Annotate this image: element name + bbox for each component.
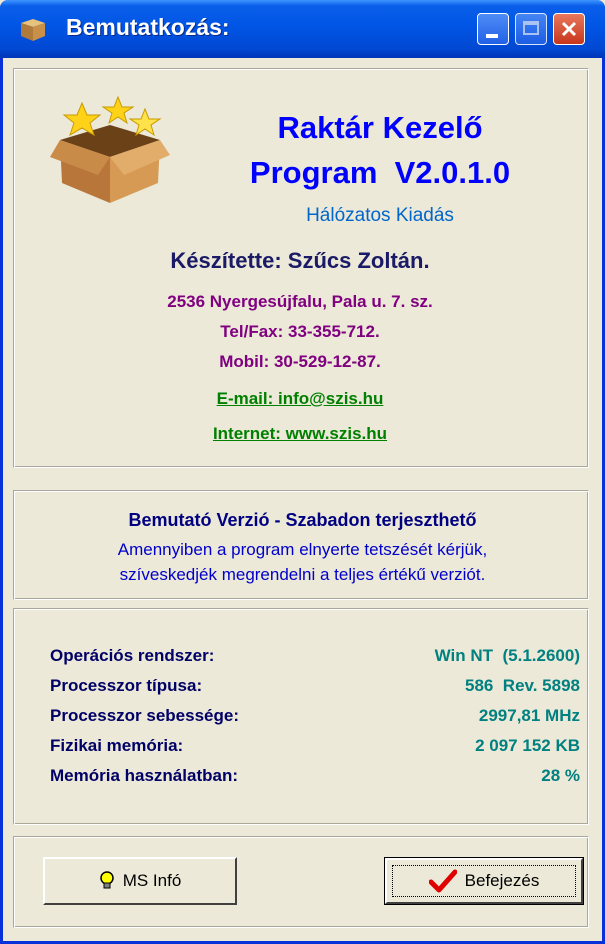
tel-fax: Tel/Fax: 33-355-712. (220, 322, 380, 341)
os-label: Operációs rendszer: (50, 646, 215, 665)
cpu-type-row: Processzor típusa: 586 Rev. 5898 (50, 676, 580, 700)
ms-info-label: MS Infó (122, 871, 182, 890)
minimize-button[interactable] (477, 13, 509, 45)
close-button[interactable] (553, 13, 585, 45)
website-link[interactable]: Internet: www.szis.hu (100, 424, 500, 444)
cpu-type-label: Processzor típusa: (50, 676, 203, 695)
memory-label: Fizikai memória: (50, 736, 184, 755)
focus-rect (392, 865, 576, 897)
author: Készítette: Szűcs Zoltán. (170, 248, 430, 273)
maximize-button[interactable] (515, 13, 547, 45)
address: 2536 Nyergesújfalu, Pala u. 7. sz. (167, 292, 433, 311)
cpu-speed-row: Processzor sebessége: 2997,81 MHz (50, 706, 580, 730)
app-name: Raktár Kezelő (277, 110, 483, 145)
app-edition: Hálózatos Kiadás (306, 205, 454, 226)
finish-button[interactable]: Befejezés (384, 857, 584, 905)
demo-text-line-1: Amennyiben a program elnyerte tetszését … (117, 540, 488, 559)
mobile: Mobil: 30-529-12-87. (219, 352, 381, 371)
os-value: Win NT (5.1.2600) (434, 646, 580, 665)
window-title: Bemutatkozás: (66, 14, 230, 40)
app-version: Program V2.0.1.0 (249, 155, 511, 190)
cpu-type-value: 586 Rev. 5898 (465, 676, 580, 695)
email-link[interactable]: E-mail: info@szis.hu (100, 389, 500, 409)
box-icon (21, 19, 45, 41)
memory-value: 2 097 152 KB (475, 736, 580, 755)
demo-text-line-2: szíveskedjék megrendelni a teljes értékű… (119, 565, 486, 584)
memory-usage-label: Memória használatban: (50, 766, 238, 785)
lightbulb-icon (99, 871, 114, 889)
open-box-stars-icon (50, 95, 170, 203)
close-icon (561, 21, 577, 37)
os-row: Operációs rendszer: Win NT (5.1.2600) (50, 646, 580, 670)
cpu-speed-value: 2997,81 MHz (478, 706, 580, 725)
minimize-icon (486, 34, 498, 38)
title-bar[interactable]: Bemutatkozás: (0, 0, 605, 58)
cpu-speed-label: Processzor sebessége: (50, 706, 239, 725)
maximize-icon (523, 21, 539, 35)
memory-row: Fizikai memória: 2 097 152 KB (50, 736, 580, 760)
demo-title: Bemutató Verzió - Szabadon terjeszthető (128, 510, 477, 530)
memory-usage-value: 28 % (541, 766, 580, 785)
memory-usage-row: Memória használatban: 28 % (50, 766, 580, 790)
ms-info-button[interactable]: MS Infó (43, 857, 237, 905)
